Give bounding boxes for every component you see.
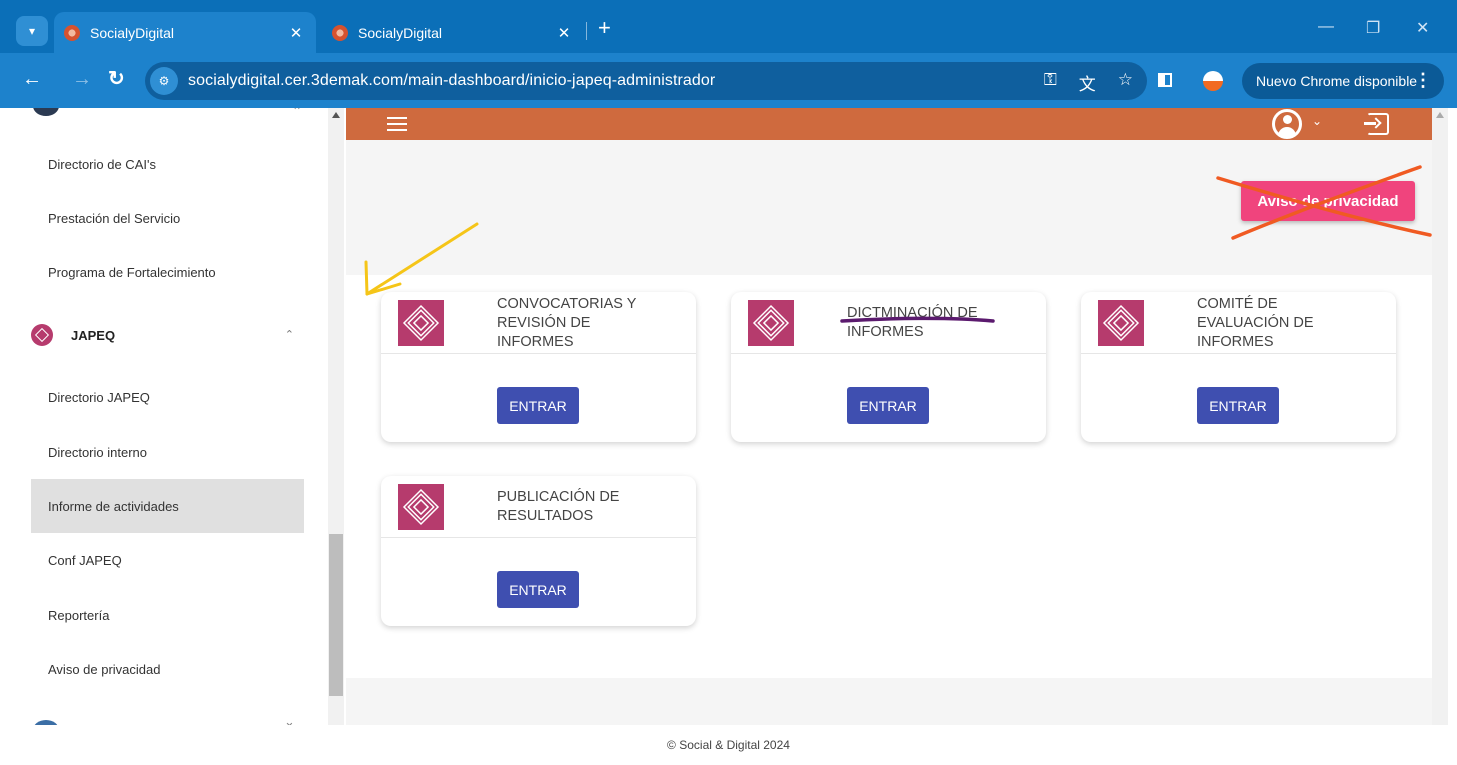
- main-scrollbar[interactable]: [1432, 108, 1448, 725]
- enter-button[interactable]: ENTRAR: [847, 387, 929, 424]
- close-icon[interactable]: ✕: [286, 24, 306, 42]
- new-tab-icon[interactable]: +: [598, 17, 611, 39]
- scroll-thumb[interactable]: [329, 534, 343, 696]
- sidebar-item[interactable]: Programa de Fortalecimiento: [31, 245, 304, 299]
- card-publicacion: PUBLICACIÓN DE RESULTADOS ENTRAR: [381, 476, 696, 626]
- update-label: Nuevo Chrome disponible: [1256, 73, 1418, 89]
- tab-title: SocialyDigital: [358, 24, 443, 41]
- card-title: COMITÉ DE EVALUACIÓN DE INFORMES: [1197, 295, 1314, 350]
- close-icon[interactable]: ✕: [554, 24, 574, 42]
- japeq-logo-icon: [31, 324, 53, 346]
- card-dictminacion: DICTMINACIÓN DE INFORMES ENTRAR: [731, 292, 1046, 442]
- chevron-up-icon: ⌃: [284, 329, 294, 341]
- sidebar-scrollbar[interactable]: [328, 108, 344, 725]
- card-title: DICTMINACIÓN DE INFORMES: [847, 305, 978, 340]
- app-topbar: ⌄: [346, 108, 1432, 140]
- card-header: COMITÉ DE EVALUACIÓN DE INFORMES: [1081, 292, 1396, 354]
- profile-icon[interactable]: [1203, 71, 1223, 91]
- browser-tab-bar: ▾ SocialyDigital ✕ SocialyDigital ✕ + — …: [0, 0, 1457, 53]
- site-info-icon[interactable]: ⚙: [150, 67, 178, 95]
- card-header: DICTMINACIÓN DE INFORMES: [731, 292, 1046, 354]
- japeq-logo-icon: [1098, 300, 1144, 346]
- page-footer: © Social & Digital 2024: [0, 725, 1457, 765]
- sidebar-item-label: Conf JAPEQ: [48, 552, 122, 568]
- sidebar-item-label: Reportería: [48, 607, 110, 623]
- japeq-logo-icon: [398, 300, 444, 346]
- hamburger-icon[interactable]: [387, 117, 407, 131]
- sidebar-item-label: Prestación del Servicio: [48, 210, 181, 226]
- kebab-menu-icon[interactable]: ⋮: [1414, 70, 1432, 91]
- sidebar: ⌃ Directorio de CAI's Prestación del Ser…: [0, 108, 328, 725]
- sidebar-item-label: Directorio JAPEQ: [48, 389, 150, 405]
- cards-area: CONVOCATORIAS Y REVISIÓN DE INFORMES ENT…: [346, 275, 1432, 678]
- card-comite: COMITÉ DE EVALUACIÓN DE INFORMES ENTRAR: [1081, 292, 1396, 442]
- sidebar-item[interactable]: Conf JAPEQ: [31, 533, 304, 587]
- card-title: CONVOCATORIAS Y REVISIÓN DE INFORMES: [497, 295, 637, 350]
- browser-toolbar: ← → ↻ ⚙ socialydigital.cer.3demak.com/ma…: [0, 53, 1457, 108]
- window-close-icon[interactable]: ✕: [1416, 18, 1429, 38]
- card-convocatorias: CONVOCATORIAS Y REVISIÓN DE INFORMES ENT…: [381, 292, 696, 442]
- sidebar-item-label: Aviso de privacidad: [48, 661, 161, 677]
- favicon-icon: [332, 24, 348, 41]
- sidebar-item[interactable]: Reportería: [31, 588, 304, 642]
- enter-button[interactable]: ENTRAR: [497, 571, 579, 608]
- card-header: CONVOCATORIAS Y REVISIÓN DE INFORMES: [381, 292, 696, 354]
- url-text: socialydigital.cer.3demak.com/main-dashb…: [188, 72, 716, 89]
- sidebar-item-label: Directorio interno: [48, 444, 147, 460]
- sidebar-item[interactable]: Directorio JAPEQ: [31, 370, 304, 424]
- favicon-icon: [64, 24, 80, 41]
- password-key-icon[interactable]: ⚿: [1044, 70, 1057, 95]
- chevron-down-icon[interactable]: ⌄: [1312, 114, 1322, 128]
- reload-icon[interactable]: ↻: [108, 68, 125, 90]
- sidebar-item[interactable]: Directorio interno: [31, 425, 304, 479]
- privacy-notice-button[interactable]: Aviso de privacidad: [1241, 181, 1415, 221]
- restore-icon[interactable]: ❐: [1366, 18, 1380, 38]
- sidebar-item[interactable]: Aviso de privacidad: [31, 642, 304, 696]
- footer-band: [346, 678, 1432, 725]
- enter-button[interactable]: ENTRAR: [497, 387, 579, 424]
- tab-search-icon[interactable]: ▾: [16, 16, 48, 46]
- chevron-down-icon[interactable]: ⌄: [284, 714, 295, 725]
- card-title: PUBLICACIÓN DE RESULTADOS: [497, 489, 620, 524]
- scroll-up-icon[interactable]: [1436, 112, 1444, 118]
- side-panel-icon[interactable]: [1158, 73, 1172, 87]
- sidebar-item[interactable]: Prestación del Servicio: [31, 191, 304, 245]
- chrome-update-button[interactable]: Nuevo Chrome disponible ⋮: [1242, 63, 1444, 99]
- minimize-icon[interactable]: —: [1318, 18, 1334, 36]
- japeq-logo-icon: [398, 484, 444, 530]
- sidebar-item[interactable]: Directorio de CAI's: [31, 137, 304, 191]
- forward-icon[interactable]: →: [72, 68, 92, 90]
- tab-title: SocialyDigital: [90, 24, 175, 41]
- bookmark-star-icon[interactable]: ☆: [1118, 70, 1133, 95]
- sidebar-item-label: Directorio de CAI's: [48, 156, 156, 172]
- user-account-icon[interactable]: [1272, 109, 1302, 139]
- browser-tab[interactable]: SocialyDigital ✕: [322, 12, 584, 53]
- copyright-text: © Social & Digital 2024: [667, 738, 790, 752]
- sidebar-item-label: Programa de Fortalecimiento: [48, 264, 216, 280]
- card-header: PUBLICACIÓN DE RESULTADOS: [381, 476, 696, 538]
- sidebar-item-label: Informe de actividades: [48, 498, 179, 514]
- sidebar-group-label: JAPEQ: [71, 327, 116, 343]
- enter-button[interactable]: ENTRAR: [1197, 387, 1279, 424]
- sidebar-group-japeq[interactable]: JAPEQ ⌃: [31, 308, 304, 362]
- tab-separator: [586, 22, 587, 40]
- back-icon[interactable]: ←: [22, 68, 42, 90]
- main-content: ⌄ Aviso de privacidad CONVOCATORIAS Y RE…: [346, 108, 1432, 725]
- japeq-logo-icon: [748, 300, 794, 346]
- logout-icon[interactable]: [1364, 113, 1389, 135]
- sidebar-item-active[interactable]: Informe de actividades: [31, 479, 304, 533]
- translate-icon[interactable]: 文: [1079, 70, 1096, 95]
- scroll-up-icon[interactable]: [332, 112, 340, 118]
- address-bar[interactable]: ⚙ socialydigital.cer.3demak.com/main-das…: [145, 62, 1147, 100]
- chevron-up-icon[interactable]: ⌃: [292, 108, 302, 118]
- browser-tab-active[interactable]: SocialyDigital ✕: [54, 12, 316, 53]
- sidebar-group-icon: [33, 108, 59, 116]
